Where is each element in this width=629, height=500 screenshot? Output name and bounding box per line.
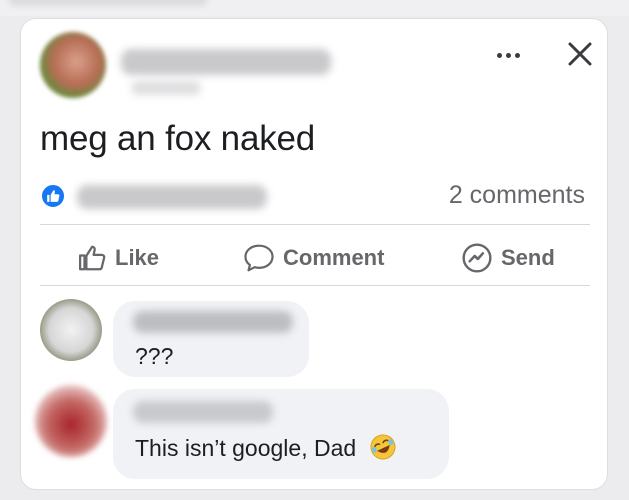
blurred-commenter-name <box>133 401 273 423</box>
comment-label: Comment <box>283 245 385 270</box>
like-badge-icon[interactable] <box>40 183 66 209</box>
thumbs-up-icon <box>79 245 106 271</box>
comment-text: This isn’t google, Dad <box>135 433 397 462</box>
comments-count[interactable]: 2 comments <box>449 181 585 210</box>
post-card: meg an fox naked 2 comments Like Comment <box>20 18 608 490</box>
blurred-post-meta <box>131 81 201 95</box>
blurred-commenter-name <box>133 311 293 333</box>
divider-bottom <box>40 285 590 286</box>
rofl-emoji-icon <box>370 434 396 460</box>
blurred-reactors <box>77 185 267 209</box>
messenger-icon <box>462 243 492 273</box>
comment-button[interactable]: Comment <box>243 243 384 273</box>
more-options-icon[interactable] <box>493 43 523 67</box>
post-text: meg an fox naked <box>40 119 316 158</box>
like-label: Like <box>115 245 160 270</box>
author-avatar[interactable] <box>40 32 106 98</box>
like-button[interactable]: Like <box>77 243 159 273</box>
commenter-avatar[interactable] <box>40 299 102 361</box>
send-label: Send <box>501 245 555 270</box>
commenter-avatar[interactable] <box>35 385 107 457</box>
divider-top <box>40 224 590 225</box>
comment-text: ??? <box>135 343 174 369</box>
comment-icon <box>244 244 274 272</box>
blurred-author-name <box>121 49 331 75</box>
close-icon[interactable] <box>565 39 595 69</box>
send-button[interactable]: Send <box>461 243 555 273</box>
screenshot-frame: meg an fox naked 2 comments Like Comment <box>0 0 629 500</box>
comment-text-content: This isn’t google, Dad <box>135 435 357 461</box>
cropped-top-strip <box>0 0 629 16</box>
blurred-header-text <box>8 0 208 6</box>
